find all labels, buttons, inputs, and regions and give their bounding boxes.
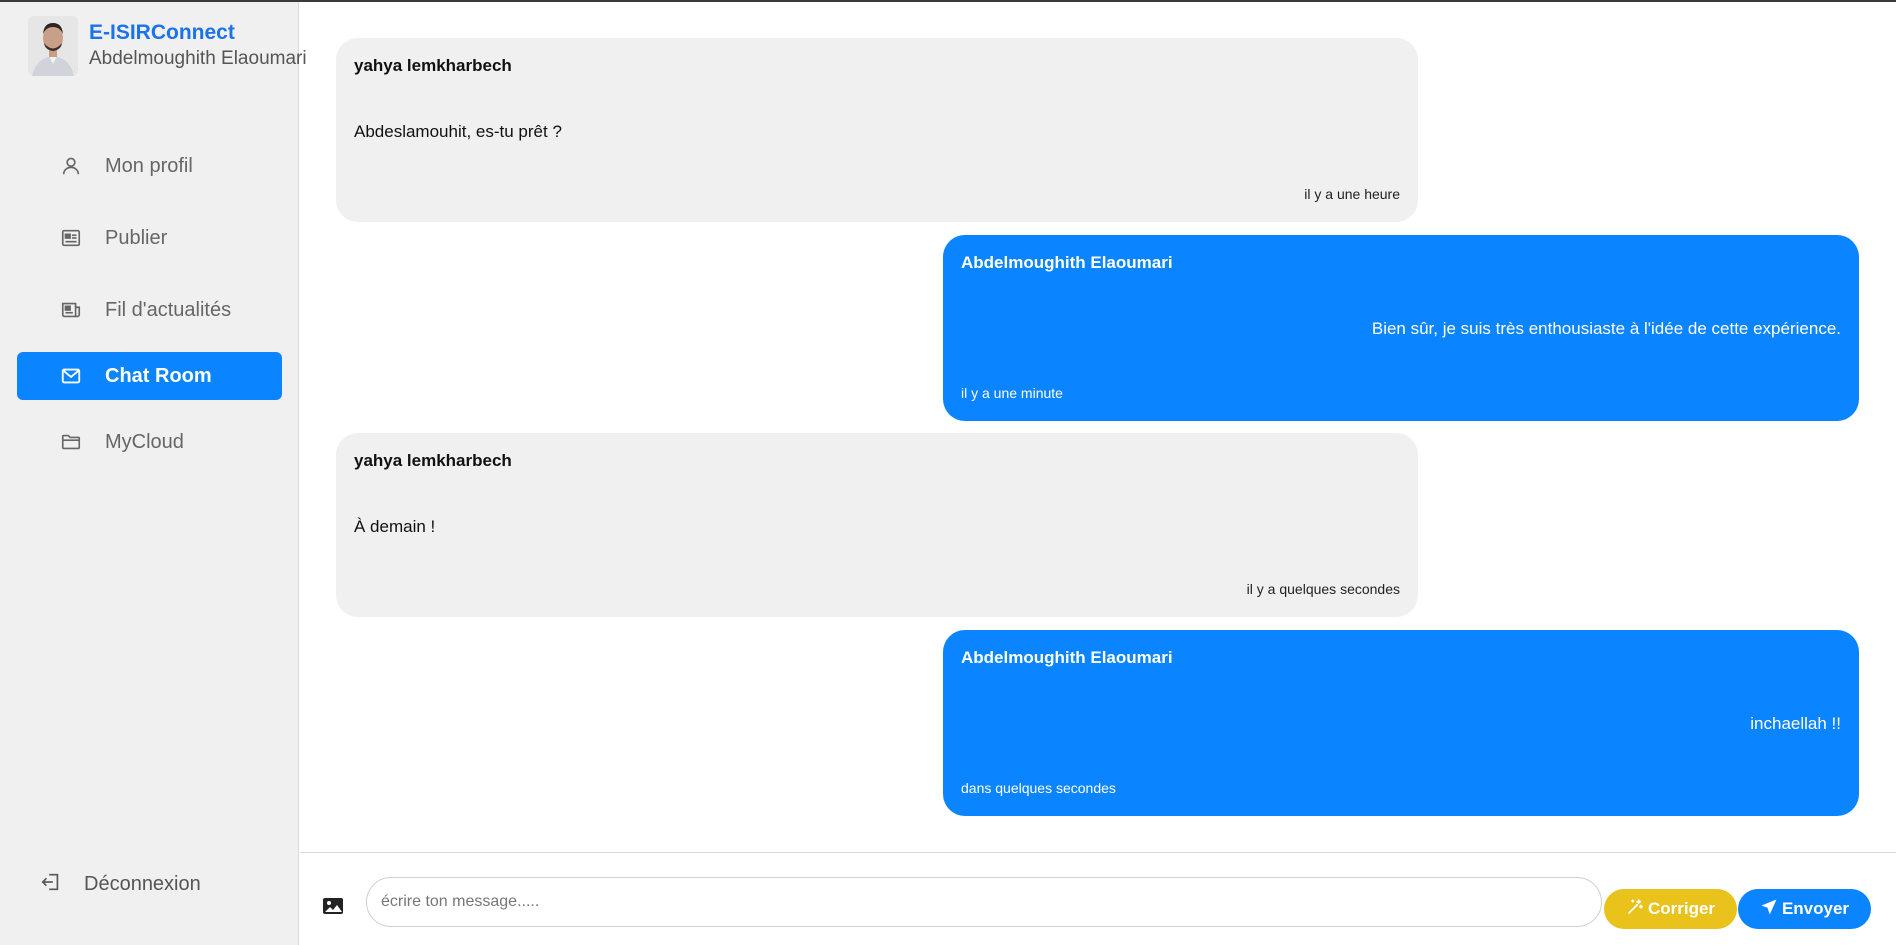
message-text: À demain ! <box>354 517 436 536</box>
sidebar-item-label: Publier <box>105 226 168 249</box>
folder-icon <box>59 430 83 454</box>
app-title: E-ISIRConnect <box>89 21 235 44</box>
message-bubble-incoming: yahya lemkharbech Abdeslamouhit, es-tu p… <box>336 38 1418 222</box>
message-bubble-incoming: yahya lemkharbech À demain ! il y a quel… <box>336 433 1418 617</box>
sidebar-item-label: Mon profil <box>105 154 193 177</box>
message-bubble-outgoing: Abdelmoughith Elaoumari Bien sûr, je sui… <box>943 235 1859 421</box>
message-sender: Abdelmoughith Elaoumari <box>961 648 1173 667</box>
message-time: il y a une heure <box>1304 186 1400 202</box>
send-icon <box>1760 898 1782 921</box>
sidebar-item-label: MyCloud <box>105 430 184 453</box>
mail-icon <box>59 364 83 388</box>
sidebar-item-publier[interactable]: Publier <box>17 214 282 262</box>
message-text: Bien sûr, je suis très enthousiaste à l'… <box>1371 319 1841 338</box>
logout-button[interactable]: Déconnexion <box>40 864 201 904</box>
logout-label: Déconnexion <box>84 872 201 895</box>
magic-wand-icon <box>1626 898 1648 921</box>
sidebar-item-mycloud[interactable]: MyCloud <box>17 418 282 466</box>
message-sender: yahya lemkharbech <box>354 56 512 75</box>
brand-header: E-ISIRConnect Abdelmoughith Elaoumari <box>28 16 307 78</box>
image-attach-icon[interactable] <box>322 897 348 917</box>
send-button-label: Envoyer <box>1781 899 1850 918</box>
brand-text: E-ISIRConnect Abdelmoughith Elaoumari <box>89 20 307 72</box>
message-time: il y a une minute <box>961 385 1063 401</box>
chat-messages[interactable]: yahya lemkharbech Abdeslamouhit, es-tu p… <box>300 2 1896 852</box>
logout-icon <box>40 871 62 898</box>
correct-button-label: Corriger <box>1647 899 1716 918</box>
message-input[interactable] <box>366 877 1602 927</box>
sidebar-item-label: Chat Room <box>105 364 212 387</box>
newspaper-icon <box>59 226 83 250</box>
news-feed-icon <box>59 298 83 322</box>
message-sender: yahya lemkharbech <box>354 451 512 470</box>
correct-button[interactable]: Corriger <box>1604 889 1737 929</box>
message-composer: Corriger Envoyer <box>300 852 1896 945</box>
message-time: il y a quelques secondes <box>1246 581 1400 597</box>
user-icon <box>59 154 83 178</box>
send-button[interactable]: Envoyer <box>1738 889 1871 929</box>
message-sender: Abdelmoughith Elaoumari <box>961 253 1173 272</box>
message-text: inchaellah !! <box>1750 714 1841 733</box>
avatar <box>28 16 78 76</box>
sidebar: E-ISIRConnect Abdelmoughith Elaoumari Mo… <box>0 2 307 945</box>
sidebar-item-chat-room[interactable]: Chat Room <box>17 352 282 400</box>
current-user-name: Abdelmoughith Elaoumari <box>89 48 307 69</box>
message-text: Abdeslamouhit, es-tu prêt ? <box>354 122 562 141</box>
sidebar-item-mon-profil[interactable]: Mon profil <box>17 142 282 190</box>
message-bubble-outgoing: Abdelmoughith Elaoumari inchaellah !! da… <box>943 630 1859 816</box>
sidebar-item-fil-actualites[interactable]: Fil d'actualités <box>17 286 282 334</box>
message-time: dans quelques secondes <box>961 780 1116 796</box>
sidebar-item-label: Fil d'actualités <box>105 298 232 321</box>
